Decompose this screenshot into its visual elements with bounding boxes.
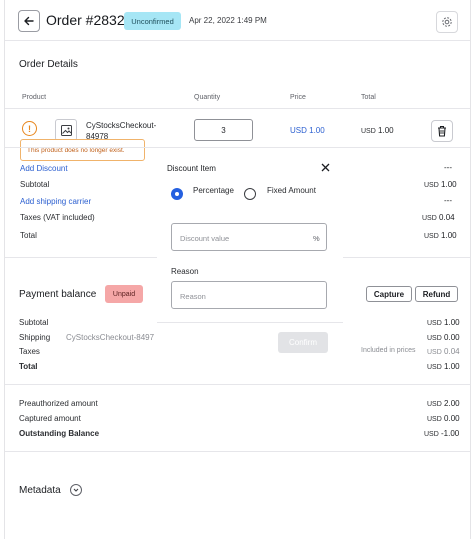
- subtotal-label: Subtotal: [20, 180, 50, 189]
- warning-tooltip: This product does no longer exist.: [20, 139, 145, 161]
- divider: [5, 147, 470, 148]
- gear-icon: [442, 17, 452, 27]
- payment-balance-title: Payment balance: [19, 289, 97, 300]
- status-badge: Unconfirmed: [124, 12, 181, 30]
- reason-label: Reason: [171, 267, 199, 276]
- taxes-label: Taxes (VAT included): [20, 213, 95, 222]
- percentage-radio[interactable]: [171, 188, 183, 200]
- column-header-price: Price: [290, 94, 306, 101]
- fixed-amount-label: Fixed Amount: [267, 186, 316, 195]
- discount-popover-title: Discount Item: [167, 164, 216, 173]
- shipping-value: ---: [444, 196, 452, 205]
- taxes-value: USD 0.04: [422, 213, 455, 222]
- percent-suffix: %: [313, 234, 320, 243]
- payment-taxes-label: Taxes: [19, 347, 40, 356]
- reason-placeholder: Reason: [180, 292, 206, 301]
- settings-button[interactable]: [436, 11, 458, 33]
- payment-status-badge: Unpaid: [105, 285, 143, 303]
- divider: [5, 451, 470, 452]
- currency: USD: [427, 335, 442, 342]
- percentage-label: Percentage: [193, 186, 234, 195]
- currency: USD: [422, 215, 437, 222]
- captured-value: USD 0.00: [427, 414, 460, 423]
- preauthorized-value: USD 2.00: [427, 399, 460, 408]
- page-frame-right: [470, 0, 471, 539]
- payment-subtotal-label: Subtotal: [19, 318, 49, 327]
- currency: USD: [427, 401, 442, 408]
- amount: 0.00: [444, 414, 460, 423]
- page-frame-left: [4, 0, 5, 539]
- payment-total-value: USD 1.00: [427, 362, 460, 371]
- amount: 1.00: [444, 318, 460, 327]
- order-details-title: Order Details: [19, 59, 78, 70]
- trash-icon: [438, 125, 446, 137]
- payment-subtotal-value: USD 1.00: [427, 318, 460, 327]
- payment-total-label: Total: [19, 362, 38, 371]
- product-thumbnail: [55, 119, 77, 141]
- line-total-amount: 1.00: [378, 126, 394, 135]
- image-placeholder-icon: [60, 124, 72, 136]
- line-price[interactable]: USD 1.00: [290, 126, 325, 135]
- divider: [5, 40, 470, 41]
- close-popover-button[interactable]: [318, 160, 332, 174]
- amount: 0.00: [444, 333, 460, 342]
- column-header-product: Product: [22, 94, 47, 101]
- amount: 1.00: [441, 231, 457, 240]
- page-title: Order #2832: [46, 12, 125, 28]
- payment-shipping-method: CyStocksCheckout-8497: [66, 333, 155, 342]
- amount: 2.00: [444, 399, 460, 408]
- payment-shipping-label: Shipping: [19, 333, 51, 342]
- order-date: Apr 22, 2022 1:49 PM: [189, 16, 267, 25]
- subtotal-value: USD 1.00: [424, 180, 457, 189]
- fixed-amount-radio[interactable]: [244, 188, 256, 200]
- currency: USD: [427, 364, 442, 371]
- amount: -1.00: [441, 429, 460, 438]
- currency: USD: [424, 182, 439, 189]
- line-total-currency: USD: [361, 128, 376, 135]
- captured-label: Captured amount: [19, 414, 81, 423]
- outstanding-value: USD -1.00: [424, 429, 459, 438]
- outstanding-label: Outstanding Balance: [19, 429, 100, 438]
- amount: 1.00: [441, 180, 457, 189]
- refund-button[interactable]: Refund: [415, 286, 458, 302]
- confirm-button[interactable]: Confirm: [278, 332, 328, 353]
- currency: USD: [424, 431, 439, 438]
- close-icon: [321, 163, 329, 171]
- metadata-title: Metadata: [19, 485, 61, 496]
- amount: 1.00: [444, 362, 460, 371]
- discount-value-input[interactable]: Discount value %: [171, 223, 327, 251]
- column-header-quantity: Quantity: [194, 94, 221, 101]
- line-total: USD 1.00: [361, 126, 394, 135]
- warning-circle-icon[interactable]: !: [22, 121, 37, 136]
- currency: USD: [427, 320, 442, 327]
- payment-shipping-value: USD 0.00: [427, 333, 460, 342]
- divider: [5, 108, 470, 109]
- chevron-down-icon: [73, 488, 79, 492]
- discount-value: ---: [444, 163, 452, 172]
- back-button[interactable]: [18, 10, 40, 32]
- delete-line-button[interactable]: [431, 120, 453, 142]
- reason-input[interactable]: Reason: [171, 281, 327, 309]
- column-header-total: Total: [361, 94, 376, 101]
- quantity-input[interactable]: 3: [194, 119, 253, 141]
- amount: 0.04: [444, 347, 460, 356]
- divider: [5, 384, 470, 385]
- popover-divider: [157, 322, 343, 323]
- add-discount-link[interactable]: Add Discount: [20, 164, 68, 173]
- preauthorized-label: Preauthorized amount: [19, 399, 98, 408]
- currency: USD: [427, 416, 442, 423]
- amount: 0.04: [439, 213, 455, 222]
- currency: USD: [427, 349, 442, 356]
- total-value: USD 1.00: [424, 231, 457, 240]
- payment-taxes-value: USD 0.04: [427, 347, 460, 356]
- total-label: Total: [20, 231, 37, 240]
- taxes-note: Included in prices: [361, 347, 416, 354]
- add-shipping-carrier-link[interactable]: Add shipping carrier: [20, 197, 91, 206]
- discount-value-placeholder: Discount value: [180, 234, 230, 243]
- capture-button[interactable]: Capture: [366, 286, 412, 302]
- currency: USD: [424, 233, 439, 240]
- metadata-expand-button[interactable]: [70, 484, 82, 496]
- arrow-left-icon: [24, 16, 34, 26]
